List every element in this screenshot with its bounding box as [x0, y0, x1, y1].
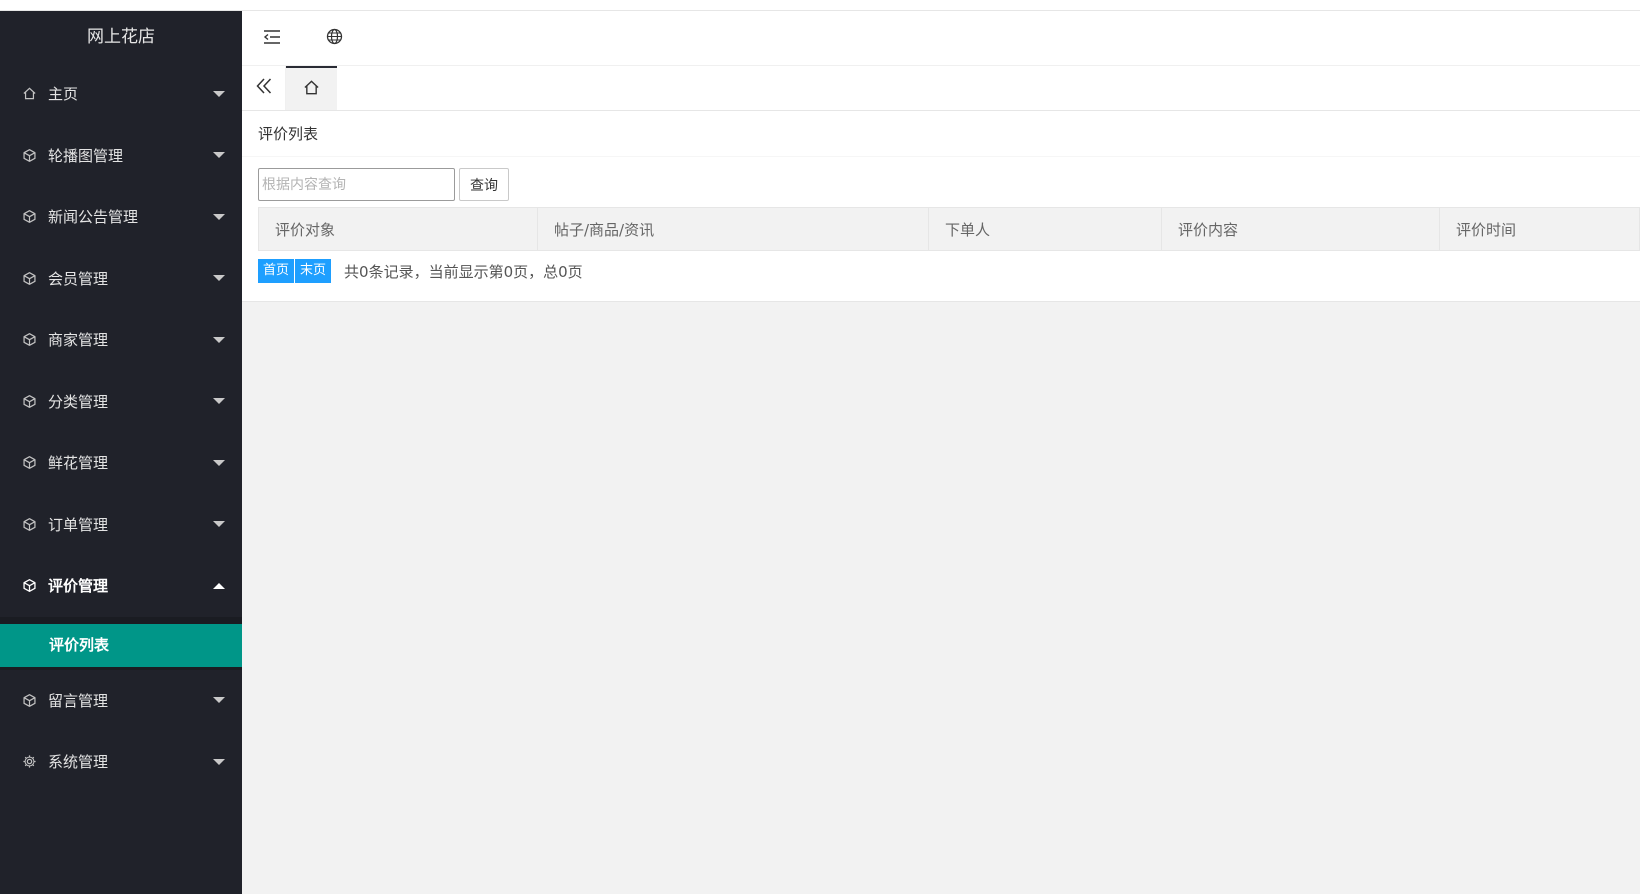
caret-up-icon: [213, 582, 225, 589]
sidebar-item-label: 系统管理: [48, 753, 109, 772]
cube-icon: [21, 332, 37, 348]
language-button[interactable]: [304, 11, 364, 66]
card-title: 评价列表: [242, 111, 1640, 157]
caret-down-icon: [213, 697, 225, 704]
column-header-post-product-news[interactable]: 帖子/商品/资讯: [537, 207, 929, 251]
column-header-review-target[interactable]: 评价对象: [258, 207, 538, 251]
tab-home[interactable]: [286, 66, 337, 110]
sidebar-item-flowers[interactable]: 鲜花管理: [0, 432, 242, 494]
home-icon: [303, 79, 320, 100]
cube-icon: [21, 516, 37, 532]
sidebar-item-label: 主页: [48, 85, 79, 104]
sidebar-item-label: 分类管理: [48, 392, 109, 411]
caret-down-icon: [213, 90, 225, 97]
sidebar-item-merchants[interactable]: 商家管理: [0, 309, 242, 371]
table-header-row: 评价对象 帖子/商品/资讯 下单人 评价内容 评价时间: [258, 207, 1640, 251]
cube-icon: [21, 455, 37, 471]
sidebar-item-label: 轮播图管理: [48, 146, 124, 165]
first-page-button[interactable]: 首页: [258, 259, 296, 283]
cube-icon: [21, 147, 37, 163]
pagination: 首页 末页 共0条记录，当前显示第0页，总0页: [258, 259, 583, 283]
caret-down-icon: [213, 398, 225, 405]
top-header: [242, 11, 1640, 66]
cube-icon: [21, 209, 37, 225]
caret-down-icon: [213, 758, 225, 765]
indent-icon: [263, 29, 281, 49]
sidebar-item-orders[interactable]: 订单管理: [0, 494, 242, 556]
sidebar-item-label: 评价管理: [48, 577, 109, 596]
column-header-review-content[interactable]: 评价内容: [1161, 207, 1440, 251]
sidebar: 网上花店 主页 轮播图管理 新闻公告管理 会员管理 商家管理 分类管理 鲜花管理…: [0, 11, 242, 894]
sidebar-item-label: 会员管理: [48, 269, 109, 288]
caret-down-icon: [213, 521, 225, 528]
column-header-review-time[interactable]: 评价时间: [1439, 207, 1640, 251]
gear-icon: [21, 754, 37, 770]
globe-icon: [326, 28, 343, 49]
sidebar-item-label: 新闻公告管理: [48, 208, 139, 227]
caret-down-icon: [213, 213, 225, 220]
review-list-card: 评价列表 查询 评价对象 帖子/商品/资讯 下单人 评价内容 评价时间 首页 末…: [242, 111, 1640, 302]
sidebar-item-news[interactable]: 新闻公告管理: [0, 186, 242, 248]
double-chevron-left-icon: [255, 77, 273, 99]
sidebar-item-messages[interactable]: 留言管理: [0, 670, 242, 732]
sidebar-item-system[interactable]: 系统管理: [0, 731, 242, 793]
caret-down-icon: [213, 336, 225, 343]
sidebar-item-home[interactable]: 主页: [0, 63, 242, 125]
cube-icon: [21, 578, 37, 594]
sidebar-item-members[interactable]: 会员管理: [0, 248, 242, 310]
sidebar-item-label: 鲜花管理: [48, 454, 109, 473]
search-bar: 查询: [258, 168, 509, 201]
sidebar-subitem-review-list[interactable]: 评价列表: [0, 623, 242, 667]
caret-down-icon: [213, 275, 225, 282]
caret-down-icon: [213, 459, 225, 466]
home-icon: [21, 86, 37, 102]
cube-icon: [21, 692, 37, 708]
app-logo-title: 网上花店: [87, 27, 155, 47]
sidebar-item-label: 商家管理: [48, 331, 109, 350]
last-page-button[interactable]: 末页: [295, 259, 333, 283]
top-border: [0, 0, 1640, 11]
tab-scroll-left-button[interactable]: [242, 66, 286, 110]
tab-bar: [242, 66, 1640, 111]
review-table: 评价对象 帖子/商品/资讯 下单人 评价内容 评价时间: [258, 207, 1640, 251]
search-button[interactable]: 查询: [459, 168, 509, 201]
sidebar-item-categories[interactable]: 分类管理: [0, 371, 242, 433]
cube-icon: [21, 393, 37, 409]
menu-toggle-button[interactable]: [242, 11, 302, 66]
sidebar-item-reviews[interactable]: 评价管理: [0, 555, 242, 617]
cube-icon: [21, 270, 37, 286]
pagination-info: 共0条记录，当前显示第0页，总0页: [344, 262, 583, 281]
sidebar-item-label: 留言管理: [48, 691, 109, 710]
reviews-submenu: 评价列表: [0, 616, 242, 670]
caret-down-icon: [213, 152, 225, 159]
sidebar-item-carousel[interactable]: 轮播图管理: [0, 125, 242, 187]
search-input[interactable]: [258, 168, 455, 201]
sidebar-item-label: 订单管理: [48, 515, 109, 534]
column-header-orderer[interactable]: 下单人: [928, 207, 1162, 251]
